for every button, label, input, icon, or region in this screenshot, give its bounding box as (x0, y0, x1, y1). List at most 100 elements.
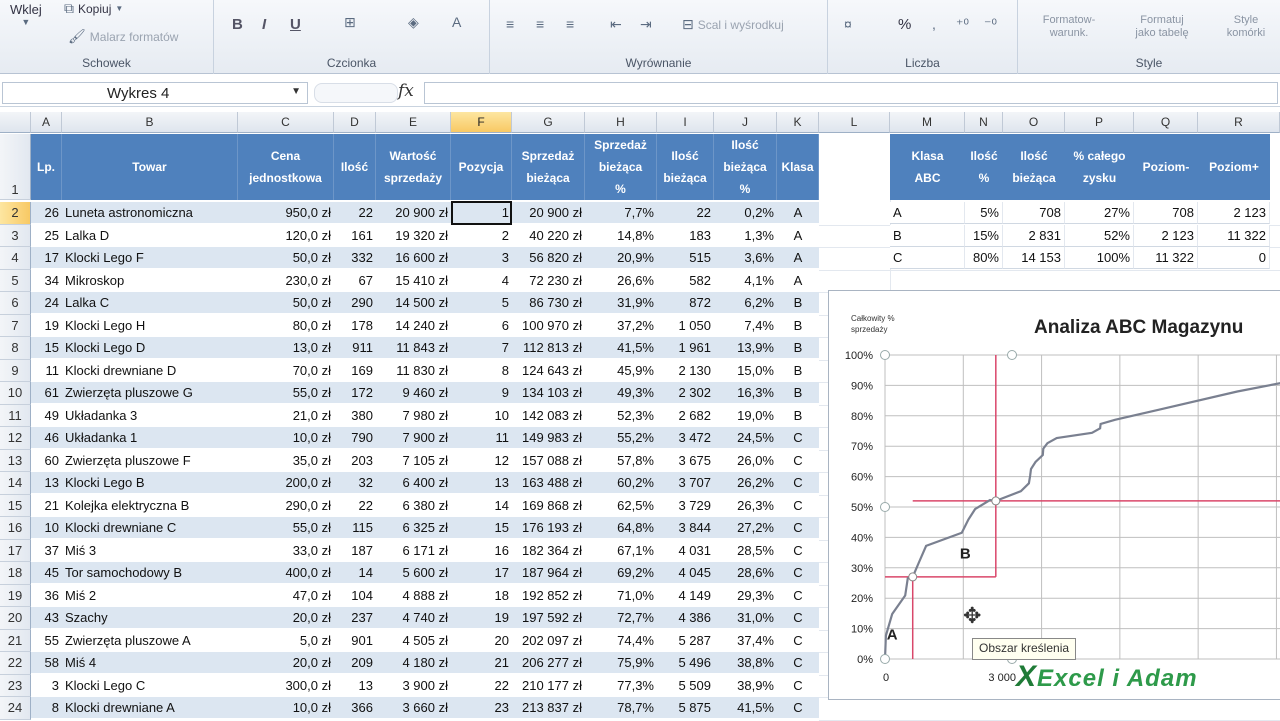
table-cell[interactable]: 37,4% (714, 630, 777, 652)
table-cell[interactable]: 28,6% (714, 562, 777, 584)
table-cell[interactable]: A (777, 225, 819, 247)
table-cell[interactable]: 21 (31, 495, 62, 517)
table-cell[interactable]: 4 888 zł (376, 585, 451, 607)
abc-table-cell[interactable]: 0 (1198, 247, 1270, 269)
table-cell[interactable]: 5,0 zł (238, 630, 334, 652)
table-cell[interactable]: 62,5% (585, 495, 657, 517)
row-header-14[interactable]: 14 (0, 472, 31, 495)
table-cell[interactable]: 21 (451, 652, 512, 674)
table-cell[interactable]: 16,3% (714, 382, 777, 404)
table-cell[interactable]: 7 980 zł (376, 405, 451, 427)
table-cell[interactable]: 31,0% (714, 607, 777, 629)
table-cell[interactable]: 74,4% (585, 630, 657, 652)
table-cell[interactable]: 38,8% (714, 652, 777, 674)
table-cell[interactable]: 69,2% (585, 562, 657, 584)
table-cell[interactable]: Układanka 3 (62, 405, 238, 427)
active-cell-cursor[interactable] (451, 201, 512, 225)
table-cell[interactable]: 20,9% (585, 247, 657, 269)
table-cell[interactable]: 22 (334, 495, 376, 517)
table-cell[interactable]: 4 386 (657, 607, 714, 629)
table-cell[interactable]: Kolejka elektryczna B (62, 495, 238, 517)
table-cell[interactable]: 50,0 zł (238, 247, 334, 269)
table-cell[interactable]: 100 970 zł (512, 315, 585, 337)
table-cell[interactable]: 1 050 (657, 315, 714, 337)
table-cell[interactable]: 6 380 zł (376, 495, 451, 517)
table-cell[interactable]: 6 400 zł (376, 472, 451, 494)
table-cell[interactable]: 3 (451, 247, 512, 269)
table-cell[interactable]: 26 (31, 202, 62, 224)
table-cell[interactable]: 33,0 zł (238, 540, 334, 562)
table-cell[interactable]: 202 097 zł (512, 630, 585, 652)
table-cell[interactable]: 3 675 (657, 450, 714, 472)
table-cell[interactable]: 43 (31, 607, 62, 629)
row-header-4[interactable]: 4 (0, 247, 31, 270)
table-cell[interactable]: 45 (31, 562, 62, 584)
increase-indent-button[interactable]: ⇥ (640, 16, 652, 33)
table-cell[interactable]: 11 (451, 427, 512, 449)
column-header-l[interactable]: L (819, 112, 890, 133)
table-cell[interactable]: 55,2% (585, 427, 657, 449)
abc-table-cell[interactable]: 80% (965, 247, 1003, 269)
paste-button[interactable]: Wklej ▼ (10, 2, 42, 27)
table-cell[interactable]: 10 (451, 405, 512, 427)
column-header-h[interactable]: H (585, 112, 657, 133)
percent-button[interactable]: % (898, 16, 911, 33)
row-header-7[interactable]: 7 (0, 314, 31, 337)
table-cell[interactable]: C (777, 495, 819, 517)
align-right-button[interactable]: ≡ (566, 16, 574, 32)
table-cell[interactable]: 169 868 zł (512, 495, 585, 517)
table-cell[interactable]: 332 (334, 247, 376, 269)
table-cell[interactable]: A (777, 270, 819, 292)
table-cell[interactable]: 26,0% (714, 450, 777, 472)
cell-styles-button[interactable]: Style komórki (1216, 14, 1276, 40)
table-cell[interactable]: 163 488 zł (512, 472, 585, 494)
table-cell[interactable]: 31,9% (585, 292, 657, 314)
table-cell[interactable]: 5 509 (657, 675, 714, 697)
column-header-i[interactable]: I (657, 112, 714, 133)
table-cell[interactable]: 4 031 (657, 540, 714, 562)
table-cell[interactable]: 366 (334, 697, 376, 719)
currency-button[interactable]: ¤ (844, 16, 852, 32)
table-cell[interactable]: 4 045 (657, 562, 714, 584)
table-cell[interactable]: C (777, 427, 819, 449)
abc-table-cell[interactable]: 27% (1065, 202, 1134, 224)
table-cell[interactable]: 7 900 zł (376, 427, 451, 449)
bold-button[interactable]: B (232, 16, 243, 33)
table-cell[interactable]: 14 (334, 562, 376, 584)
table-cell[interactable]: B (777, 382, 819, 404)
table-cell[interactable]: 4 (451, 270, 512, 292)
table-cell[interactable]: B (777, 292, 819, 314)
chevron-down-icon[interactable]: ▼ (291, 86, 301, 97)
table-cell[interactable]: Luneta astronomiczna (62, 202, 238, 224)
table-cell[interactable]: 15 410 zł (376, 270, 451, 292)
table-cell[interactable]: 872 (657, 292, 714, 314)
table-cell[interactable]: 19 (451, 607, 512, 629)
table-cell[interactable]: 19 320 zł (376, 225, 451, 247)
table-cell[interactable]: 380 (334, 405, 376, 427)
table-cell[interactable]: 71,0% (585, 585, 657, 607)
select-all-corner[interactable] (0, 112, 31, 133)
column-header-p[interactable]: P (1065, 112, 1134, 133)
table-cell[interactable]: 197 592 zł (512, 607, 585, 629)
table-cell[interactable]: 582 (657, 270, 714, 292)
column-header-e[interactable]: E (376, 112, 451, 133)
abc-table-cell[interactable]: 2 123 (1198, 202, 1270, 224)
decrease-indent-button[interactable]: ⇤ (610, 16, 622, 33)
table-cell[interactable]: 790 (334, 427, 376, 449)
table-cell[interactable]: Lalka D (62, 225, 238, 247)
table-cell[interactable]: 13,9% (714, 337, 777, 359)
table-cell[interactable]: 0,2% (714, 202, 777, 224)
table-cell[interactable]: Klocki drewniane A (62, 697, 238, 719)
merge-center-button[interactable]: ⊟ Scal i wyśrodkuj (682, 16, 784, 33)
conditional-formatting-button[interactable]: Formatow- warunk. (1032, 14, 1106, 40)
table-cell[interactable]: 209 (334, 652, 376, 674)
column-header-o[interactable]: O (1003, 112, 1065, 133)
table-cell[interactable]: 80,0 zł (238, 315, 334, 337)
table-cell[interactable]: Tor samochodowy B (62, 562, 238, 584)
table-cell[interactable]: 78,7% (585, 697, 657, 719)
table-cell[interactable]: 4 180 zł (376, 652, 451, 674)
table-cell[interactable]: 149 983 zł (512, 427, 585, 449)
table-cell[interactable]: 115 (334, 517, 376, 539)
column-header-n[interactable]: N (965, 112, 1003, 133)
table-cell[interactable]: 124 643 zł (512, 360, 585, 382)
